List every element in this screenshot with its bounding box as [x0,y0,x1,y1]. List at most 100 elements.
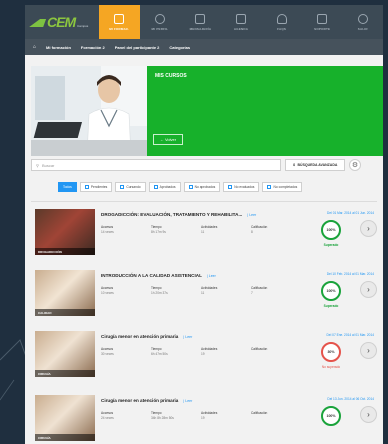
course-dates: Del 01 Mar. 2014 al 01 Jun. 2014 [327,211,374,215]
subnav-item[interactable]: Panel del participante 2 [115,45,160,50]
meta-accesos: Accesos 10 veces [101,286,131,295]
course-card: DROGADICCIÓN DROGADICCIÓN: EVALUACIÓN, T… [31,205,377,259]
meta-value: 24 veces [101,416,114,420]
nav-mi-perfil[interactable]: MI PERFIL [140,5,181,39]
meta-label: Calificación [251,411,268,415]
course-title[interactable]: Cirugía menor en atención primaria | Leer [101,398,192,403]
subnav-item[interactable]: Categorías [169,45,190,50]
meta-value: 11 [201,291,205,295]
course-thumbnail[interactable]: CALIDAD [35,270,95,316]
course-title-text: DROGADICCIÓN: EVALUACIÓN, TRATAMIENTO Y … [101,212,243,217]
breadcrumb: ⌂ Mi formación Formación 2 Panel del par… [25,39,383,55]
gear-icon[interactable]: ⚙ [349,159,361,171]
nav-label: MI PERFIL [151,26,169,31]
advanced-search-label: BÚSQUEDA AVANZADA [297,163,338,167]
checkbox-icon [228,185,233,189]
support-icon [317,13,328,24]
nav-label: FAQS [277,26,287,31]
meta-value: 8 [251,230,253,234]
meta-tiempo: Tiempo 8h 17m 9s [151,225,181,234]
search-placeholder: Buscar [41,162,55,168]
meta-accesos: Accesos 24 veces [101,411,131,420]
meta-actividades: Actividades 11 [201,225,231,234]
chevron-right-icon[interactable]: › [360,406,377,423]
meta-tiempo: Tiempo 6h 47m 50s [151,347,181,356]
nav-salir[interactable]: SALIR [342,5,383,39]
filter-pendientes[interactable]: Pendientes [79,182,113,192]
logo-text: CEM [47,14,76,30]
subnav-item[interactable]: Formación 2 [81,45,105,50]
course-link[interactable]: | Leer [183,399,192,403]
course-meta: Accesos 24 veces Tiempo 34h 8h 28m 50s Act… [101,411,281,420]
filter-label: No aprobados [194,185,216,189]
nav-mensajeria[interactable]: MENSAJERÍA [180,5,221,39]
course-dates: Del 07 Ene. 2014 al 01 Mar. 2014 [326,333,375,337]
filter-no-aprobados[interactable]: No aprobados [183,182,221,192]
nav-label: AGENDA [233,26,249,31]
filter-aprobados[interactable]: Aprobados [148,182,181,192]
course-title-text: Cirugía menor en atención primaria [101,334,179,339]
hero-banner: MIS CURSOS ← Volver [25,66,383,158]
logo[interactable]: CEM Campus [25,5,99,39]
course-thumbnail[interactable]: CIRUGÍA [35,395,95,441]
chevron-right-icon[interactable]: › [360,342,377,359]
course-dates: Del 10 Feb. 2014 al 01 Mar. 2014 [326,272,374,276]
thumbnail-label: DROGADICCIÓN [35,248,95,255]
filter-label: No completados [273,185,298,189]
doctor-photo [31,66,147,156]
filter-cursando[interactable]: Cursando [115,182,146,192]
course-link[interactable]: | Leer [247,213,256,217]
chevron-right-icon[interactable]: › [360,220,377,237]
course-link[interactable]: | Leer [207,274,216,278]
progress-ring: 100% [321,220,341,240]
sort-icon: ⇕ [292,163,296,167]
meta-calificacion: Calificación [251,347,281,356]
course-dates: Del 13 Jun. 2014 al 06 Oct. 2014 [327,397,374,401]
filter-label: No evaluados [234,185,255,189]
nav-label: MENSAJERÍA [189,26,212,31]
meta-accesos: Accesos 30 veces [101,347,131,356]
course-title[interactable]: Cirugía menor en atención primaria | Leer [101,334,192,339]
search-row: ⚲ Buscar ⇕ BÚSQUEDA AVANZADA ⚙ [31,159,377,171]
thumbnail-label: CALIDAD [35,309,95,316]
search-input[interactable]: ⚲ Buscar [31,159,281,171]
logo-subtitle: Campus [77,24,89,28]
progress-ring: 30% [321,342,341,362]
nav-agenda[interactable]: AGENDA [221,5,262,39]
meta-value: 14 veces [101,230,114,234]
advanced-search-button[interactable]: ⇕ BÚSQUEDA AVANZADA [285,159,345,171]
nav-soporte[interactable]: SOPORTE [302,5,343,39]
calendar-icon [236,13,247,24]
checkbox-icon [153,185,158,189]
meta-label: Accesos [101,347,114,351]
chevron-right-icon[interactable]: › [360,281,377,298]
meta-value: 30 veces [101,352,114,356]
meta-label: Actividades [201,411,218,415]
home-icon[interactable]: ⌂ [33,44,36,50]
course-meta: Accesos 30 veces Tiempo 6h 47m 50s Activid… [101,347,281,356]
top-nav: MI FORMAC. MI PERFIL MENSAJERÍA AGENDA F… [99,5,383,39]
course-title-text: Cirugía menor en atención primaria [101,398,179,403]
meta-label: Tiempo [151,411,162,415]
course-title[interactable]: DROGADICCIÓN: EVALUACIÓN, TRATAMIENTO Y … [101,212,256,217]
subnav-item[interactable]: Mi formación [46,45,71,50]
meta-actividades: Actividades 19 [201,411,231,420]
back-button[interactable]: ← Volver [153,134,183,145]
meta-value: 19 [201,416,205,420]
course-thumbnail[interactable]: CIRUGÍA [35,331,95,377]
meta-tiempo: Tiempo 34h 8h 28m 50s [151,411,181,420]
nav-faqs[interactable]: FAQS [261,5,302,39]
course-link[interactable]: | Leer [183,335,192,339]
filter-todos[interactable]: Todos [58,182,77,192]
course-thumbnail[interactable]: DROGADICCIÓN [35,209,95,255]
course-title[interactable]: INTRODUCCIÓN A LA CALIDAD ASISTENCIAL | L… [101,273,216,278]
meta-label: Actividades [201,225,218,229]
meta-value: 34h 8h 28m 50s [151,416,174,420]
filter-no-completados[interactable]: No completados [262,182,303,192]
nav-mi-formacion[interactable]: MI FORMAC. [99,5,140,39]
filter-label: Pendientes [90,185,108,189]
meta-tiempo: Tiempo 1h 20m 37s [151,286,181,295]
filter-no-evaluados[interactable]: No evaluados [223,182,260,192]
course-icon [114,13,125,24]
meta-label: Tiempo [151,225,162,229]
